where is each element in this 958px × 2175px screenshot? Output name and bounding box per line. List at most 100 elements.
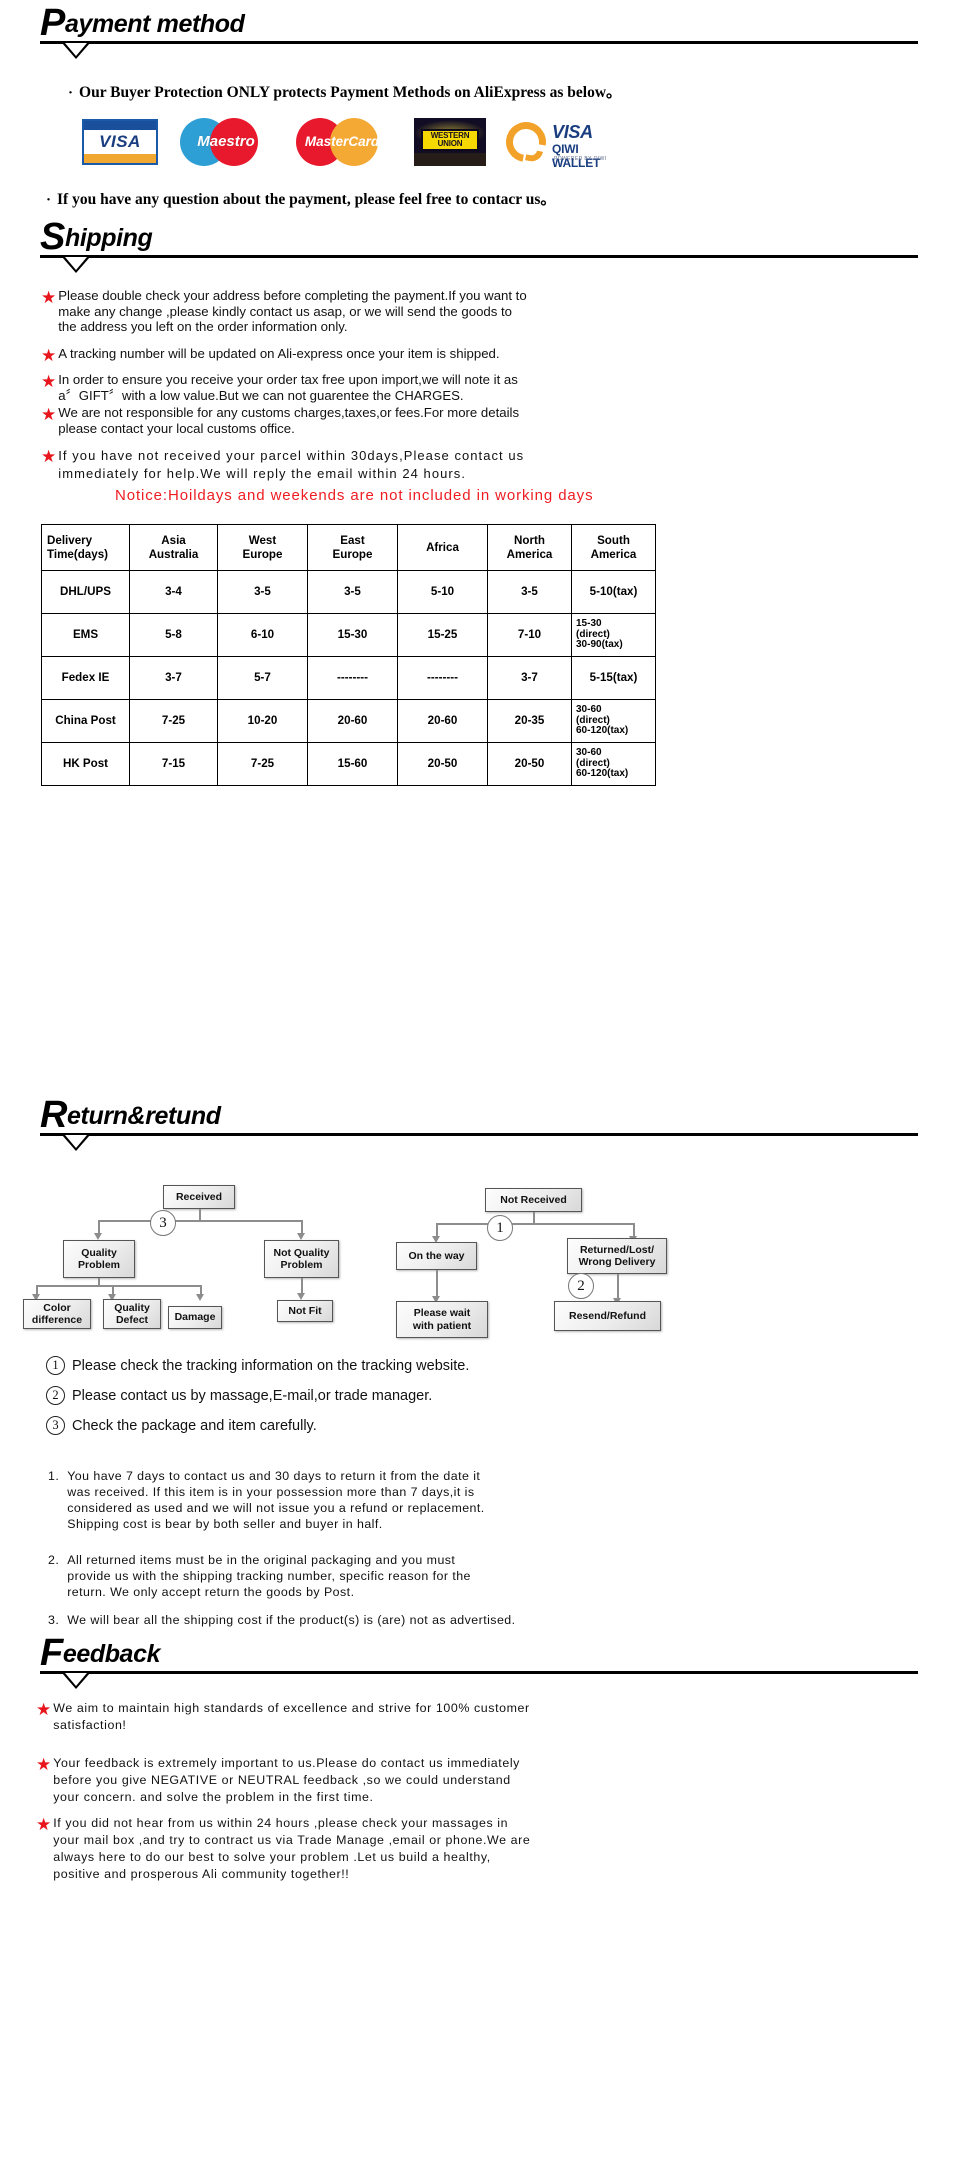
visa-logo-text: VISA — [99, 132, 141, 151]
flow-arrow-icon — [297, 1233, 305, 1240]
table-header-delivery-time: Delivery Time(days) — [41, 524, 130, 571]
flow-connector — [633, 1223, 635, 1237]
bullet-dot-icon: · — [68, 85, 74, 101]
payment-rule — [40, 41, 918, 59]
flow-box-received: Received — [163, 1185, 235, 1209]
returns-note-1-text: Please check the tracking information on… — [72, 1357, 470, 1374]
returns-title-cap: R — [40, 1094, 68, 1136]
cell-africa: 15-25 — [397, 613, 488, 657]
flow-box-quality-defect: Quality Defect — [103, 1299, 161, 1329]
cell-north-america: 7-10 — [487, 613, 572, 657]
payment-title-cap: P — [40, 2, 65, 44]
cell-south-america: 5-15(tax) — [571, 656, 656, 700]
cell-west-europe: 6-10 — [217, 613, 308, 657]
table-row: DHL/UPS 3-4 3-5 3-5 5-10 3-5 5-10(tax) — [41, 570, 656, 614]
shipping-time-table: Delivery Time(days) Asia Australia West … — [41, 524, 656, 786]
table-row: HK Post 7-15 7-25 15-60 20-50 20-50 30-6… — [41, 742, 656, 786]
shipping-bullet-5-text: If you have not received your parcel wit… — [58, 448, 525, 481]
returns-term-2: 2. All returned items must be in the ori… — [48, 1552, 471, 1600]
row-method: Fedex IE — [41, 656, 130, 700]
flow-box-color-difference: Color difference — [23, 1299, 91, 1329]
shipping-bullet-4-text: We are not responsible for any customs c… — [58, 405, 520, 436]
table-header-east-europe: East Europe — [307, 524, 398, 571]
feedback-item-3-text: If you did not hear from us within 24 ho… — [53, 1816, 531, 1881]
flow-connector — [36, 1285, 201, 1287]
cell-north-america: 3-5 — [487, 570, 572, 614]
western-union-line2: UNION — [437, 139, 463, 148]
cell-south-america: 30-60 (direct) 60-120(tax) — [571, 742, 656, 786]
cell-west-europe: 7-25 — [217, 742, 308, 786]
returns-title-rest: eturn&retund — [67, 1102, 221, 1130]
star-icon: ★ — [41, 447, 57, 466]
cell-africa: 20-50 — [397, 742, 488, 786]
table-row: EMS 5-8 6-10 15-30 15-25 7-10 15-30 (dir… — [41, 613, 656, 657]
returns-term-2-text: All returned items must be in the origin… — [67, 1553, 471, 1599]
returns-section-header: Return&retund — [0, 1096, 918, 1151]
table-header-asia-australia: Asia Australia — [129, 524, 218, 571]
cell-east-europe: 15-30 — [307, 613, 398, 657]
shipping-bullet-address: ★ Please double check your address befor… — [41, 288, 527, 335]
table-header-west-europe: West Europe — [217, 524, 308, 571]
cell-asia: 7-15 — [129, 742, 218, 786]
cell-south-america: 15-30 (direct) 30-90(tax) — [571, 613, 656, 657]
cell-asia: 3-7 — [129, 656, 218, 700]
cell-north-america: 20-50 — [487, 742, 572, 786]
cell-asia: 5-8 — [129, 613, 218, 657]
returns-note-3: 3 Check the package and item carefully. — [46, 1416, 317, 1435]
visa-logo-wordmark: VISA — [84, 130, 156, 154]
cell-asia: 3-4 — [129, 570, 218, 614]
qiwi-ring-icon — [498, 114, 554, 170]
shipping-bullet-30days: ★ If you have not received your parcel w… — [41, 447, 524, 483]
flow-badge-3: 3 — [150, 1210, 176, 1236]
cell-east-europe: 20-60 — [307, 699, 398, 743]
cell-africa: 20-60 — [397, 699, 488, 743]
flow-connector — [98, 1220, 100, 1234]
flow-box-resend-refund: Resend/Refund — [554, 1301, 661, 1331]
feedback-item-3: ★ If you did not hear from us within 24 … — [36, 1815, 530, 1883]
cell-west-europe: 5-7 — [217, 656, 308, 700]
flow-box-on-the-way: On the way — [396, 1242, 477, 1270]
returns-term-1-text: You have 7 days to contact us and 30 day… — [67, 1469, 485, 1531]
feedback-title: Feedback — [40, 1634, 160, 1672]
cell-west-europe: 3-5 — [217, 570, 308, 614]
feedback-section-header: Feedback — [0, 1634, 918, 1689]
flow-box-please-wait: Please wait with patient — [396, 1301, 488, 1338]
flow-badge-1: 1 — [487, 1215, 513, 1241]
flow-connector — [436, 1223, 634, 1225]
star-icon: ★ — [36, 1815, 52, 1834]
flow-connector — [98, 1220, 302, 1222]
cell-west-europe: 10-20 — [217, 699, 308, 743]
star-icon: ★ — [41, 405, 57, 424]
note-number-1: 1 — [46, 1356, 65, 1375]
shipping-section-header: Shipping — [0, 218, 918, 273]
flow-box-not-received: Not Received — [485, 1188, 582, 1212]
row-method: HK Post — [41, 742, 130, 786]
shipping-bullet-customs: ★ We are not responsible for any customs… — [41, 405, 519, 436]
flow-arrow-icon — [196, 1294, 204, 1301]
flow-connector — [301, 1220, 303, 1234]
cell-africa: -------- — [397, 656, 488, 700]
payment-bullet-1-text: Our Buyer Protection ONLY protects Payme… — [79, 84, 622, 101]
feedback-notch — [62, 1673, 90, 1689]
term-index-1: 1. — [48, 1469, 60, 1483]
flow-arrow-icon — [94, 1233, 102, 1240]
row-method: DHL/UPS — [41, 570, 130, 614]
flow-connector — [617, 1274, 619, 1300]
maestro-logo: Maestro — [178, 118, 274, 166]
cell-africa: 5-10 — [397, 570, 488, 614]
flow-box-quality-problem: Quality Problem — [63, 1240, 135, 1278]
shipping-title-rest: hipping — [64, 224, 153, 252]
table-header-africa: Africa — [397, 524, 488, 571]
returns-term-3-text: We will bear all the shipping cost if th… — [67, 1613, 516, 1627]
returns-flowchart: Received 3 Quality Problem Not Quality P… — [0, 1160, 958, 1360]
returns-notch — [62, 1135, 90, 1151]
payment-notch — [62, 43, 90, 59]
returns-term-1: 1. You have 7 days to contact us and 30 … — [48, 1468, 485, 1532]
western-union-logo: WESTERN UNION — [414, 118, 486, 166]
returns-rule — [40, 1133, 918, 1151]
feedback-item-2: ★ Your feedback is extremely important t… — [36, 1755, 520, 1806]
cell-north-america: 3-7 — [487, 656, 572, 700]
shipping-notice: Notice:Hoildays and weekends are not inc… — [115, 487, 594, 504]
maestro-logo-text: Maestro — [197, 133, 255, 150]
flow-connector — [436, 1223, 438, 1237]
